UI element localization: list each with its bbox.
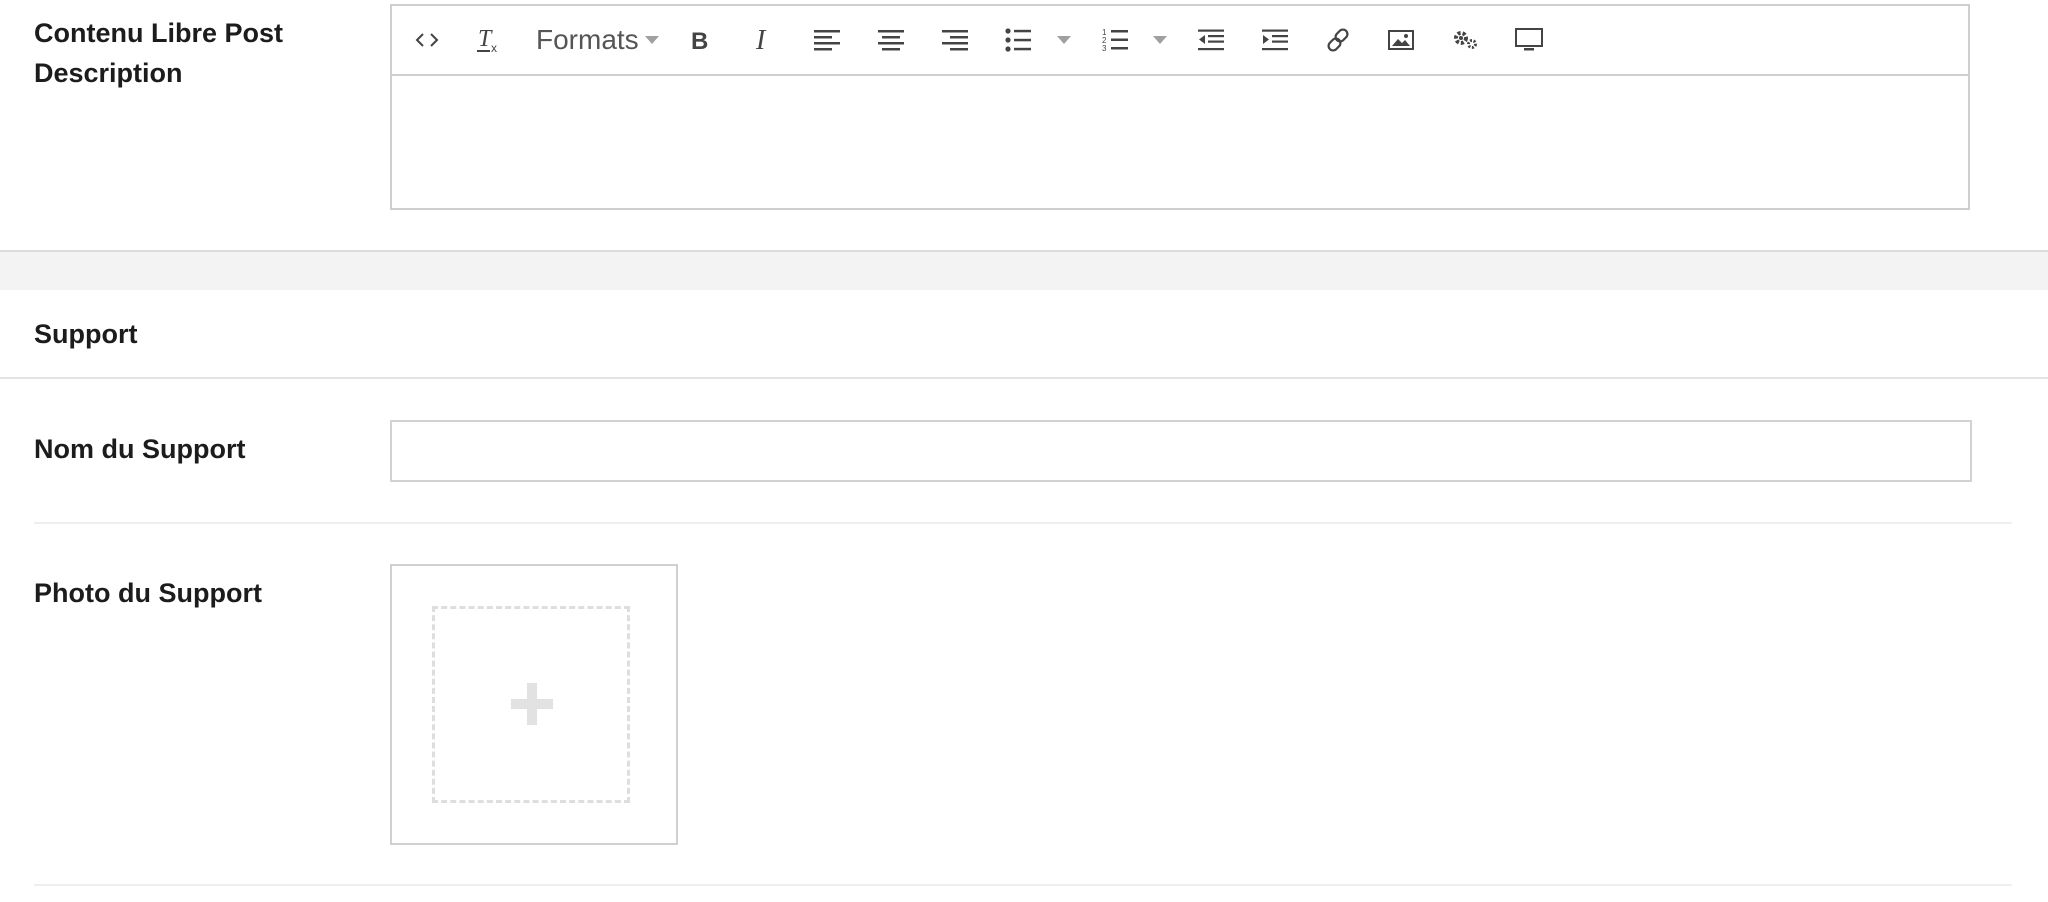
photo-upload-box[interactable]: [390, 564, 678, 845]
numbered-list-dropdown[interactable]: [1148, 20, 1172, 60]
contenu-label-line2: Description: [34, 58, 183, 88]
svg-text:x: x: [491, 41, 497, 54]
formats-label: Formats: [536, 24, 639, 55]
formats-dropdown[interactable]: Formats: [536, 20, 670, 60]
settings-icon[interactable]: [1448, 20, 1482, 60]
field-divider: [34, 522, 2012, 524]
bold-icon[interactable]: B: [682, 20, 716, 60]
chevron-down-icon: [644, 36, 659, 44]
svg-text:I: I: [755, 27, 767, 53]
editor-content-area[interactable]: [392, 76, 1968, 208]
contenu-label: Contenu Libre Post Description: [34, 13, 283, 93]
outdent-icon[interactable]: [1194, 20, 1228, 60]
section-title-divider: [0, 377, 2048, 379]
link-icon[interactable]: [1321, 20, 1355, 60]
align-center-icon[interactable]: [874, 20, 908, 60]
align-right-icon[interactable]: [938, 20, 972, 60]
svg-text:3: 3: [1102, 44, 1107, 53]
section-title: Support: [34, 319, 138, 349]
photo-support-label: Photo du Support: [34, 578, 262, 608]
image-icon[interactable]: [1384, 20, 1418, 60]
chevron-down-icon: [1153, 36, 1167, 44]
contenu-label-line1: Contenu Libre Post: [34, 18, 283, 48]
numbered-list-icon[interactable]: 123: [1098, 20, 1132, 60]
svg-text:B: B: [691, 28, 708, 52]
chevron-down-icon: [1057, 36, 1071, 44]
align-left-icon[interactable]: [810, 20, 844, 60]
section-separator-band: [0, 252, 2048, 290]
field-divider-bottom: [34, 884, 2012, 886]
editor-toolbar: Tx Formats B I 1 2 3: [392, 6, 1968, 76]
preview-icon[interactable]: [1512, 20, 1546, 60]
nom-support-input[interactable]: [390, 420, 1972, 482]
bullet-list-icon[interactable]: [1001, 20, 1035, 60]
rich-text-editor: Tx Formats B I 1 2 3: [390, 4, 1970, 210]
source-code-icon[interactable]: [410, 20, 444, 60]
italic-icon[interactable]: I: [746, 20, 780, 60]
clear-formatting-icon[interactable]: Tx: [472, 20, 506, 60]
upload-dropzone[interactable]: [432, 606, 630, 803]
indent-icon[interactable]: [1258, 20, 1292, 60]
bullet-list-dropdown[interactable]: [1052, 20, 1076, 60]
nom-support-label: Nom du Support: [34, 434, 246, 464]
